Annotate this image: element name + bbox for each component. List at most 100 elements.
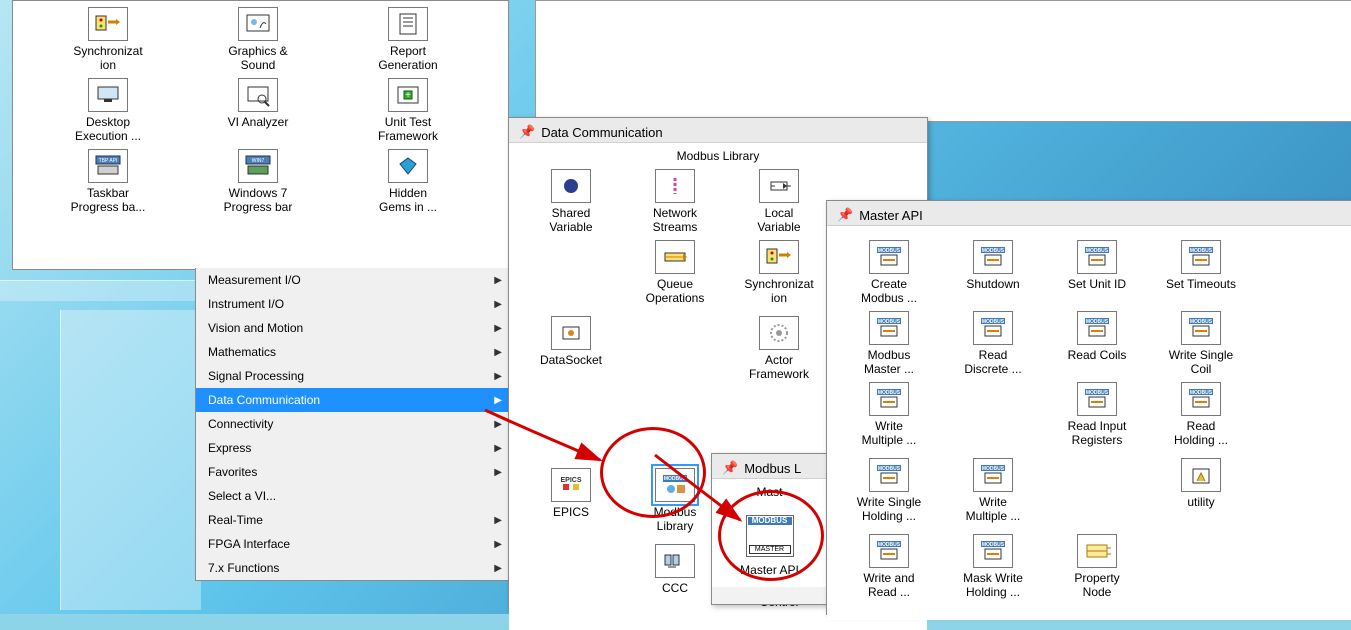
menu-item-vision-and-motion[interactable]: Vision and Motion▶	[196, 316, 510, 340]
palette-item-label: Mask Write Holding ...	[941, 571, 1045, 599]
palette-item[interactable]: MODBUSCreate Modbus ...	[837, 240, 941, 305]
win7-icon[interactable]: WIN7	[238, 149, 278, 183]
menu-item-measurement-i-o[interactable]: Measurement I/O▶	[196, 268, 510, 292]
menu-item-select-a-vi-[interactable]: Select a VI...	[196, 484, 510, 508]
palette-item[interactable]: Hidden Gems in ...	[333, 149, 483, 214]
submenu-arrow-icon: ▶	[494, 515, 502, 526]
palette-item[interactable]: MODBUSSet Timeouts	[1149, 240, 1253, 305]
modbus-icon[interactable]: MODBUS	[1181, 311, 1221, 345]
ccc-icon[interactable]	[655, 544, 695, 578]
netstream-icon[interactable]	[655, 169, 695, 203]
sync-icon[interactable]	[759, 240, 799, 274]
modbus-icon[interactable]: MODBUS	[973, 534, 1013, 568]
menu-item-fpga-interface[interactable]: FPGA Interface▶	[196, 532, 510, 556]
master-api-icon[interactable]: MODBUS MASTER	[746, 515, 794, 557]
palette-item[interactable]: MODBUSWrite Single Holding ...	[837, 458, 941, 528]
report-icon[interactable]	[388, 7, 428, 41]
palette-item[interactable]: MODBUSRead Discrete ...	[941, 311, 1045, 376]
palette-item[interactable]: Actor Framework	[727, 316, 831, 386]
menu-item-mathematics[interactable]: Mathematics▶	[196, 340, 510, 364]
svg-text:EPICS: EPICS	[560, 477, 581, 484]
palette-item[interactable]: MODBUSWrite Multiple ...	[941, 458, 1045, 528]
palette-item[interactable]: Queue Operations	[623, 240, 727, 310]
pin-icon[interactable]: 📌	[519, 124, 535, 140]
menu-item-connectivity[interactable]: Connectivity▶	[196, 412, 510, 436]
modbus-icon[interactable]: MODBUS	[869, 311, 909, 345]
palette-item[interactable]: MODBUSWrite and Read ...	[837, 534, 941, 604]
actor-icon[interactable]	[759, 316, 799, 350]
svg-text:WIN7: WIN7	[252, 158, 265, 164]
modbus-icon[interactable]: MODBUS	[1077, 240, 1117, 274]
menu-item-real-time[interactable]: Real-Time▶	[196, 508, 510, 532]
palette-item[interactable]: EPICSEPICS	[519, 468, 623, 538]
palette-item[interactable]: Synchronizat ion	[33, 7, 183, 72]
palette-item[interactable]: MODBUS Write Multiple ...	[837, 382, 941, 452]
palette-item[interactable]: Shared Variable	[519, 169, 623, 234]
pin-icon[interactable]: 📌	[722, 460, 738, 476]
svg-text:MODBUS: MODBUS	[878, 390, 901, 396]
sync-icon[interactable]	[88, 7, 128, 41]
svg-text:MODBUS: MODBUS	[1190, 390, 1213, 396]
datasocket-icon[interactable]	[551, 316, 591, 350]
queue-icon[interactable]	[655, 240, 695, 274]
sharedvar-icon[interactable]	[551, 169, 591, 203]
menu-item-express[interactable]: Express▶	[196, 436, 510, 460]
taskbar-icon[interactable]: TBP API	[88, 149, 128, 183]
menu-item-instrument-i-o[interactable]: Instrument I/O▶	[196, 292, 510, 316]
propnode-icon[interactable]	[1077, 534, 1117, 568]
palette-item[interactable]: Desktop Execution ...	[33, 78, 183, 143]
palette-item[interactable]: MODBUSRead Coils	[1045, 311, 1149, 376]
modbus-icon[interactable]: MODBUS	[973, 458, 1013, 492]
palette-item[interactable]: +Unit Test Framework	[333, 78, 483, 143]
palette-item[interactable]: MODBUSWrite Single Coil	[1149, 311, 1253, 376]
desktop-icon[interactable]	[88, 78, 128, 112]
modbus-icon[interactable]: MODBUS	[869, 382, 909, 416]
svg-text:MODBUS: MODBUS	[982, 466, 1005, 472]
palette-item[interactable]: Report Generation	[333, 7, 483, 72]
modbus-icon[interactable]: MODBUS	[1181, 382, 1221, 416]
modbus-icon[interactable]: MODBUS	[869, 458, 909, 492]
pin-icon[interactable]: 📌	[837, 207, 853, 223]
palette-item[interactable]: Graphics & Sound	[183, 7, 333, 72]
svg-text:MODBUS: MODBUS	[1086, 248, 1109, 254]
palette-item[interactable]: MODBUSSet Unit ID	[1045, 240, 1149, 305]
gem-icon[interactable]	[388, 149, 428, 183]
modbus-icon[interactable]: MODBUS	[869, 534, 909, 568]
palette-item[interactable]: MODBUSShutdown	[941, 240, 1045, 305]
localvar-icon[interactable]	[759, 169, 799, 203]
menu-item-data-communication[interactable]: Data Communication▶	[196, 388, 510, 412]
analyzer-icon[interactable]	[238, 78, 278, 112]
palette-item[interactable]: MODBUS Mask Write Holding ...	[941, 534, 1045, 604]
modbus-icon[interactable]: MODBUS	[973, 311, 1013, 345]
modbus-icon[interactable]: MODBUS	[869, 240, 909, 274]
menu-item-7-x-functions[interactable]: 7.x Functions▶	[196, 556, 510, 580]
palette-item[interactable]: utility	[1149, 458, 1253, 528]
palette-item[interactable]: Local Variable	[727, 169, 831, 234]
palette-item-label: Queue Operations	[623, 277, 727, 305]
modbus-icon[interactable]: MODBUS	[973, 240, 1013, 274]
palette-item-label: Synchronizat ion	[727, 277, 831, 305]
menu-item-favorites[interactable]: Favorites▶	[196, 460, 510, 484]
menu-item-signal-processing[interactable]: Signal Processing▶	[196, 364, 510, 388]
palette-item[interactable]: MODBUSModbus Master ...	[837, 311, 941, 376]
modbuslib-icon[interactable]: MODBUS	[655, 468, 695, 502]
palette-item[interactable]: WIN7Windows 7 Progress bar	[183, 149, 333, 214]
unittest-icon[interactable]: +	[388, 78, 428, 112]
palette-item[interactable]: DataSocket	[519, 316, 623, 386]
palette-item[interactable]: VI Analyzer	[183, 78, 333, 143]
palette-item-label: Read Holding ...	[1149, 419, 1253, 447]
modbus-icon[interactable]: MODBUS	[1181, 240, 1221, 274]
palette-item[interactable]: Network Streams	[623, 169, 727, 234]
palette-item[interactable]: MODBUSRead Input Registers	[1045, 382, 1149, 452]
modbus-icon[interactable]: MODBUS	[1077, 311, 1117, 345]
palette-item-label: Write Multiple ...	[837, 419, 941, 447]
modbus-icon[interactable]: MODBUS	[1077, 382, 1117, 416]
palette-item[interactable]: TBP APITaskbar Progress ba...	[33, 149, 183, 214]
palette-item[interactable]: MODBUS Read Holding ...	[1149, 382, 1253, 452]
popup-body: Mast MODBUS MASTER Master API	[712, 479, 827, 587]
palette-item[interactable]: Synchronizat ion	[727, 240, 831, 310]
utility-icon[interactable]	[1181, 458, 1221, 492]
palette-item[interactable]: Property Node	[1045, 534, 1149, 604]
graphics-icon[interactable]	[238, 7, 278, 41]
epics-icon[interactable]: EPICS	[551, 468, 591, 502]
